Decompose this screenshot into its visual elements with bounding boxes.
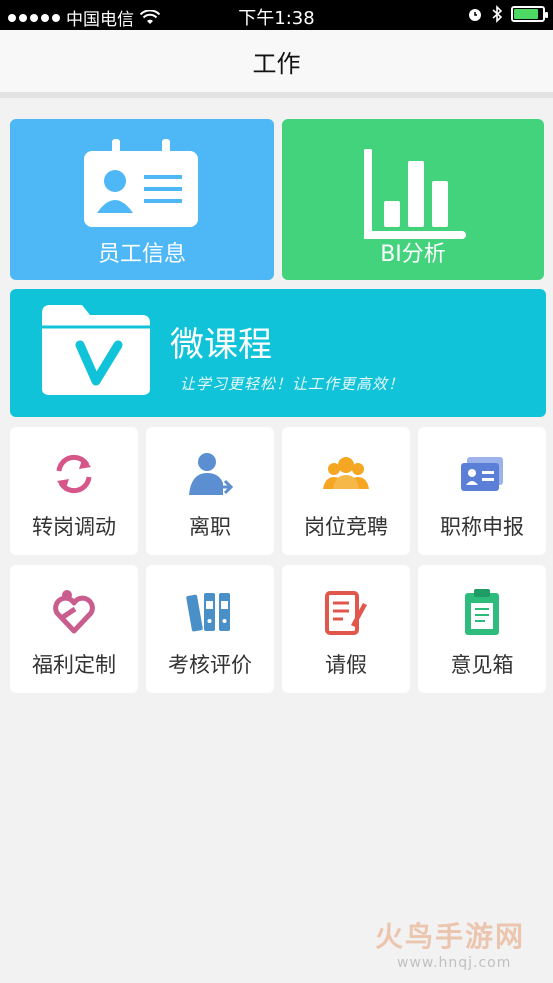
id-badge-icon [84,139,198,227]
grid-label: 请假 [325,653,367,677]
status-bar: 中国电信 下午1:38 [0,0,553,30]
clipboard-icon [465,589,499,635]
person-exit-icon [189,453,234,495]
grid-label: 意见箱 [450,653,514,677]
grid-item-leave[interactable]: 请假 [282,565,410,693]
grid-item-suggestion-box[interactable]: 意见箱 [418,565,546,693]
bluetooth-icon [492,5,503,23]
grid-label: 福利定制 [32,653,116,677]
employee-info-label: 员工信息 [97,242,186,267]
binders-icon [186,593,230,632]
micro-course-title: 微课程 [170,325,272,365]
grid-item-title-application[interactable]: 职称申报 [418,427,546,555]
rotate-arrows-icon [56,454,92,494]
page-title: 工作 [252,50,301,78]
battery-icon [511,6,548,22]
grid-item-resign[interactable]: 离职 [146,427,274,555]
watermark-title: 火鸟手游网 [375,920,526,953]
grid-item-transfer[interactable]: 转岗调动 [10,427,138,555]
employee-info-tile[interactable]: 员工信息 [10,119,274,280]
bar-chart-icon [364,149,466,239]
watermark: 火鸟手游网 www.hnqj.com [375,915,545,971]
micro-course-tile[interactable]: 微课程 让学习更轻松！让工作更高效！ [10,289,546,417]
grid-item-evaluation[interactable]: 考核评价 [146,565,274,693]
micro-course-subtitle: 让学习更轻松！让工作更高效！ [180,375,405,393]
heart-hand-icon [53,590,95,634]
watermark-url: www.hnqj.com [397,955,512,971]
alarm-clock-icon [469,9,481,21]
notepad-pen-icon [325,591,367,635]
grid-label: 职称申报 [440,515,524,539]
nav-bar: 工作 [0,30,553,98]
grid-label: 岗位竞聘 [304,515,388,539]
group-people-icon [323,457,369,489]
folder-v-icon [42,305,150,395]
bi-analysis-tile[interactable]: BI分析 [282,119,544,280]
grid-item-competition[interactable]: 岗位竞聘 [282,427,410,555]
id-card-icon [461,457,503,491]
grid-label: 考核评价 [168,653,252,677]
bi-analysis-label: BI分析 [380,242,446,267]
grid-item-welfare[interactable]: 福利定制 [10,565,138,693]
grid-label: 离职 [189,515,231,539]
grid-label: 转岗调动 [32,515,116,539]
